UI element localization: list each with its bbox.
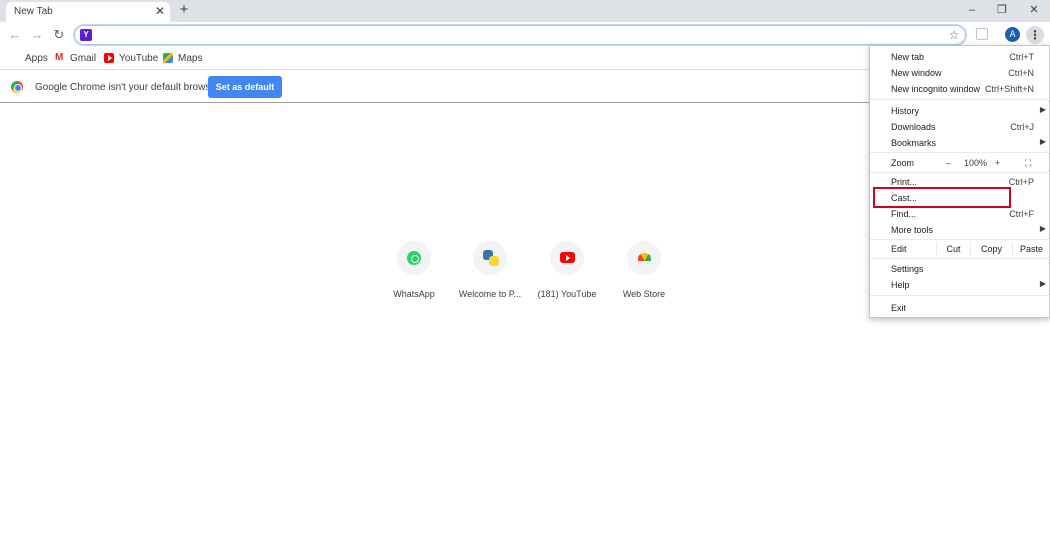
- menu-label: Bookmarks: [891, 138, 937, 148]
- python-icon: [483, 250, 499, 266]
- submenu-arrow-icon: ▶: [1039, 137, 1046, 146]
- tab-title: New Tab: [14, 6, 53, 17]
- menu-separator: [870, 152, 1050, 153]
- menu-item-new-window[interactable]: New window Ctrl+N: [870, 66, 1050, 80]
- menu-label: Exit: [891, 303, 907, 313]
- menu-shortcut: Ctrl+Shift+N: [984, 84, 1034, 94]
- bookmark-star-icon[interactable]: ☆: [947, 28, 961, 42]
- paste-button[interactable]: Paste: [1012, 242, 1050, 256]
- address-input[interactable]: [97, 27, 937, 43]
- copy-button[interactable]: Copy: [970, 242, 1012, 256]
- menu-separator: [870, 99, 1050, 100]
- menu-label: Edit: [891, 244, 907, 254]
- web-store-icon: [638, 253, 651, 261]
- zoom-in-button[interactable]: +: [995, 158, 1000, 168]
- close-tab-icon[interactable]: ✕: [153, 4, 167, 18]
- tab-new-tab[interactable]: New Tab ✕: [6, 2, 170, 22]
- menu-item-exit[interactable]: Exit: [870, 301, 1050, 315]
- menu-item-history[interactable]: History ▶: [870, 104, 1050, 118]
- shortcut-tile[interactable]: Web Store: [599, 241, 689, 303]
- menu-label: Settings: [891, 264, 924, 274]
- close-window-icon[interactable]: ✕: [1025, 2, 1043, 18]
- bookmark-youtube[interactable]: YouTube: [104, 51, 158, 65]
- infobar-message: Google Chrome isn't your default browser: [35, 82, 220, 93]
- menu-separator: [870, 258, 1050, 259]
- reload-icon[interactable]: ↻: [50, 26, 68, 44]
- shortcut-icon-circle: [550, 241, 584, 275]
- youtube-icon: [104, 53, 114, 63]
- tab-strip: New Tab ✕ + – ❐ ✕: [0, 0, 1050, 22]
- yahoo-search-icon: Y: [80, 29, 92, 41]
- minimize-icon[interactable]: –: [963, 2, 981, 18]
- menu-item-downloads[interactable]: Downloads Ctrl+J: [870, 120, 1050, 134]
- menu-label: New tab: [891, 52, 925, 62]
- menu-item-more-tools[interactable]: More tools ▶: [870, 223, 1050, 237]
- menu-item-bookmarks[interactable]: Bookmarks ▶: [870, 136, 1050, 150]
- menu-shortcut: Ctrl+J: [1010, 122, 1034, 132]
- youtube-icon: [560, 252, 575, 263]
- new-tab-plus-icon[interactable]: +: [176, 2, 192, 18]
- shortcut-icon-circle: [473, 241, 507, 275]
- bookmark-apps[interactable]: Apps: [10, 51, 48, 65]
- submenu-arrow-icon: ▶: [1039, 279, 1046, 288]
- menu-shortcut: Ctrl+P: [1008, 177, 1034, 187]
- restore-icon[interactable]: ❐: [993, 2, 1011, 18]
- bookmark-label: Gmail: [70, 52, 97, 64]
- menu-label: More tools: [891, 225, 934, 235]
- menu-label: Print...: [891, 177, 918, 187]
- shortcut-icon-circle: [627, 241, 661, 275]
- menu-item-new-incognito[interactable]: New incognito window Ctrl+Shift+N: [870, 82, 1050, 96]
- forward-icon[interactable]: →: [28, 26, 46, 44]
- gmail-icon: M: [55, 52, 64, 63]
- menu-shortcut: Ctrl+F: [1009, 209, 1034, 219]
- submenu-arrow-icon: ▶: [1039, 105, 1046, 114]
- profile-avatar[interactable]: A: [1005, 27, 1020, 42]
- bookmark-gmail[interactable]: M Gmail: [55, 51, 96, 65]
- omnibox[interactable]: Y ☆: [74, 25, 966, 45]
- menu-item-zoom: Zoom – 100% + ⛶: [870, 156, 1050, 170]
- whatsapp-icon: [407, 251, 421, 265]
- cast-highlight-box: [873, 187, 1011, 208]
- bookmark-label: YouTube: [119, 52, 159, 64]
- menu-shortcut: Ctrl+N: [1008, 68, 1034, 78]
- set-as-default-button[interactable]: Set as default: [208, 76, 282, 98]
- fullscreen-icon[interactable]: ⛶: [1025, 158, 1031, 169]
- menu-separator: [870, 239, 1050, 240]
- menu-label: Zoom: [891, 158, 915, 168]
- menu-item-find[interactable]: Find... Ctrl+F: [870, 207, 1050, 221]
- menu-item-edit: Edit Cut Copy Paste: [870, 242, 1050, 256]
- shortcut-label: Web Store: [622, 289, 666, 299]
- zoom-level: 100%: [964, 158, 988, 168]
- bookmark-label: Maps: [178, 52, 203, 64]
- menu-label: New incognito window: [891, 84, 981, 94]
- menu-kebab-icon[interactable]: ⋮: [1026, 26, 1044, 44]
- chrome-menu: New tab Ctrl+T New window Ctrl+N New inc…: [869, 45, 1050, 318]
- extension-icon[interactable]: [976, 28, 988, 40]
- menu-label: Downloads: [891, 122, 936, 132]
- zoom-out-button[interactable]: –: [946, 158, 951, 168]
- menu-label: Help: [891, 280, 910, 290]
- bookmark-maps[interactable]: Maps: [163, 51, 202, 65]
- menu-shortcut: Ctrl+T: [1009, 52, 1034, 62]
- apps-grid-icon: [10, 53, 20, 63]
- submenu-arrow-icon: ▶: [1039, 224, 1046, 233]
- chrome-logo-icon: [11, 81, 23, 93]
- menu-label: History: [891, 106, 920, 116]
- cut-button[interactable]: Cut: [936, 242, 970, 256]
- menu-label: New window: [891, 68, 942, 78]
- menu-item-settings[interactable]: Settings: [870, 262, 1050, 276]
- back-icon[interactable]: ←: [6, 26, 24, 44]
- menu-separator: [870, 295, 1050, 296]
- bookmark-label: Apps: [25, 52, 48, 64]
- menu-item-help[interactable]: Help ▶: [870, 278, 1050, 292]
- menu-label: Find...: [891, 209, 917, 219]
- menu-item-new-tab[interactable]: New tab Ctrl+T: [870, 50, 1050, 64]
- shortcut-icon-circle: [397, 241, 431, 275]
- menu-separator: [870, 172, 1050, 173]
- maps-icon: [163, 53, 173, 63]
